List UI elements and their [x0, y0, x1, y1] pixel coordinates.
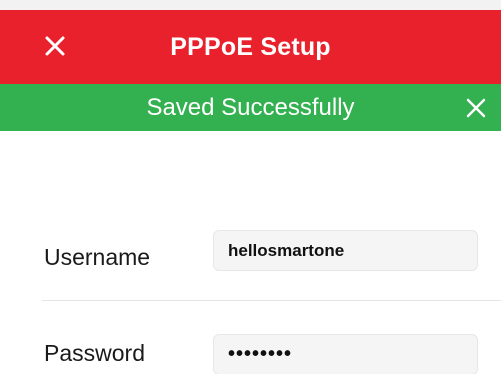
toast-message: Saved Successfully	[146, 94, 355, 121]
field-divider	[42, 300, 501, 301]
toast-close-button[interactable]	[466, 98, 486, 118]
password-field[interactable]: ••••••••	[213, 334, 478, 374]
username-field[interactable]: hellosmartone	[213, 230, 478, 271]
close-icon	[466, 98, 486, 118]
header-bar: PPPoE Setup	[0, 10, 501, 84]
page-title: PPPoE Setup	[170, 33, 331, 61]
close-icon	[45, 36, 65, 56]
success-toast: Saved Successfully	[0, 84, 501, 131]
username-label: Username	[44, 244, 151, 270]
password-label: Password	[44, 340, 145, 366]
pppoe-setup-screen: PPPoE Setup Saved Successfully Username …	[0, 0, 501, 374]
status-strip	[0, 0, 501, 10]
header-close-button[interactable]	[44, 35, 66, 57]
